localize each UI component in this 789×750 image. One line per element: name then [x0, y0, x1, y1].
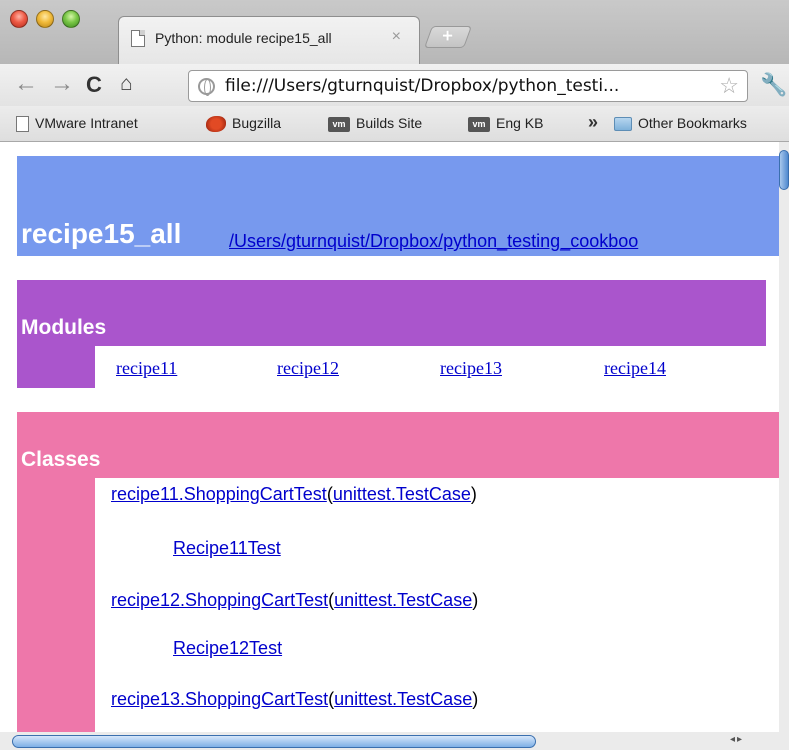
parent-class-link[interactable]: unittest.TestCase	[334, 689, 472, 709]
plus-icon[interactable]: +	[442, 26, 453, 48]
tab-active[interactable]: Python: module recipe15_all ×	[118, 16, 420, 64]
classes-title: Classes	[21, 448, 101, 471]
parent-class-link[interactable]: unittest.TestCase	[333, 484, 471, 504]
subclass-link[interactable]: Recipe12Test	[173, 638, 282, 659]
bookmark-bugzilla[interactable]: Bugzilla	[206, 115, 282, 133]
horizontal-scroll-thumb[interactable]	[12, 735, 536, 748]
tab-title: Python: module recipe15_all	[155, 30, 332, 46]
page-icon	[131, 30, 145, 47]
bookmark-label: Other Bookmarks	[638, 115, 747, 131]
address-bar[interactable]: file:///Users/gturnquist/Dropbox/python_…	[188, 70, 748, 102]
module-link[interactable]: recipe11	[116, 358, 177, 379]
module-path-link[interactable]: /Users/gturnquist/Dropbox/python_testing…	[229, 231, 638, 252]
bookmark-vmware-intranet[interactable]: VMware Intranet	[16, 115, 138, 133]
reload-button[interactable]: C	[86, 72, 102, 98]
bookmark-other[interactable]: Other Bookmarks	[614, 115, 747, 132]
module-heading: recipe15_all /Users/gturnquist/Dropbox/p…	[17, 156, 779, 256]
class-link[interactable]: recipe11.ShoppingCartTest	[111, 484, 327, 504]
tab-close-icon[interactable]: ×	[392, 28, 401, 46]
module-link[interactable]: recipe14	[604, 358, 666, 379]
url-text[interactable]: file:///Users/gturnquist/Dropbox/python_…	[225, 76, 619, 96]
tab-strip: Python: module recipe15_all × +	[0, 0, 789, 64]
bookmark-star-icon[interactable]: ☆	[719, 73, 739, 99]
class-entry: recipe11.ShoppingCartTest(unittest.TestC…	[111, 484, 477, 504]
page-content: recipe15_all /Users/gturnquist/Dropbox/p…	[0, 142, 779, 732]
back-button[interactable]: ←	[14, 70, 38, 98]
zoom-window-button[interactable]	[62, 10, 80, 28]
home-button[interactable]: ⌂	[120, 72, 133, 96]
modules-indent-bar	[17, 346, 95, 388]
minimize-window-button[interactable]	[36, 10, 54, 28]
modules-section: Modules recipe11 recipe12 recipe13 recip…	[17, 280, 766, 388]
modules-title: Modules	[21, 316, 107, 339]
chevron-right-icon[interactable]: »	[588, 112, 598, 133]
vertical-scrollbar[interactable]	[779, 142, 789, 732]
classes-header: Classes	[17, 412, 779, 478]
class-entry: recipe13.ShoppingCartTest(unittest.TestC…	[111, 689, 479, 709]
vm-icon: vm	[328, 116, 350, 132]
toolbar: ← → C ⌂ file:///Users/gturnquist/Dropbox…	[0, 64, 789, 106]
bookmark-label: VMware Intranet	[35, 115, 138, 131]
subclass-link[interactable]: Recipe11Test	[173, 538, 281, 559]
scroll-arrows-icon[interactable]: ◂▸	[730, 734, 744, 745]
modules-header: Modules	[17, 280, 766, 346]
bookmark-label: Bugzilla	[232, 115, 282, 131]
vm-icon: vm	[468, 116, 490, 132]
bookmarks-bar: VMware Intranet Bugzilla vm Builds Site v…	[0, 106, 789, 142]
bookmark-label: Eng KB	[496, 115, 544, 131]
bookmark-eng-kb[interactable]: vm Eng KB	[468, 115, 543, 132]
bookmark-builds-site[interactable]: vm Builds Site	[328, 115, 422, 132]
close-window-button[interactable]	[10, 10, 28, 28]
class-link[interactable]: recipe12.ShoppingCartTest	[111, 590, 328, 610]
classes-indent-bar	[17, 478, 95, 732]
page-icon	[16, 116, 29, 133]
forward-button[interactable]: →	[50, 70, 74, 98]
vertical-scroll-thumb[interactable]	[779, 150, 789, 190]
class-entry: recipe12.ShoppingCartTest(unittest.TestC…	[111, 590, 479, 610]
class-link[interactable]: recipe13.ShoppingCartTest	[111, 689, 328, 709]
bookmark-label: Builds Site	[356, 115, 423, 131]
module-link[interactable]: recipe12	[277, 358, 339, 379]
module-link[interactable]: recipe13	[440, 358, 502, 379]
wrench-icon[interactable]: 🔧	[760, 72, 787, 98]
module-title: recipe15_all	[21, 218, 182, 249]
parent-class-link[interactable]: unittest.TestCase	[334, 590, 472, 610]
horizontal-scrollbar[interactable]: ◂▸	[0, 732, 789, 750]
bug-icon	[206, 116, 226, 133]
classes-section: Classes recipe11.ShoppingCartTest(unitte…	[17, 412, 779, 732]
globe-icon	[198, 78, 215, 96]
folder-icon	[614, 117, 632, 132]
